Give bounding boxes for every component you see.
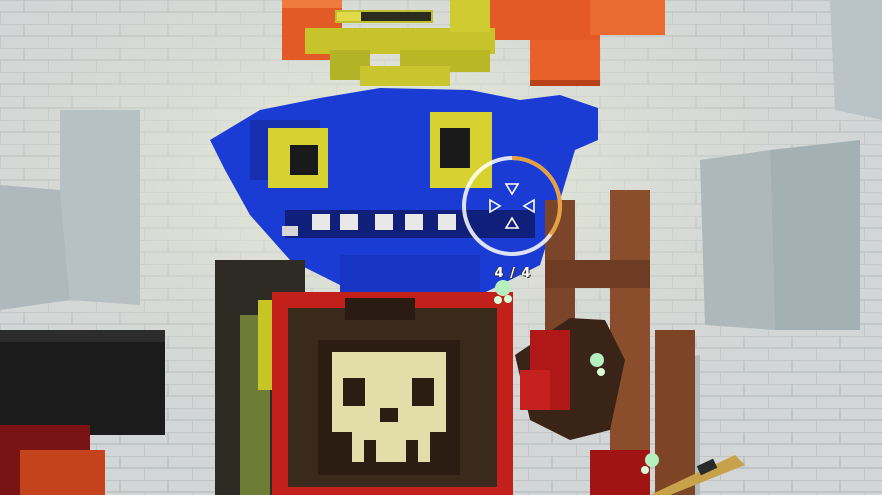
crosshair-icon (462, 156, 562, 256)
ammo-counter: 4 / 4 (494, 266, 532, 281)
world-scene (0, 0, 882, 495)
game-viewport[interactable]: 4 / 4 (0, 0, 882, 495)
skull-emblem (318, 340, 460, 475)
target-health-bar (335, 10, 433, 23)
target-health-fill (337, 12, 361, 21)
